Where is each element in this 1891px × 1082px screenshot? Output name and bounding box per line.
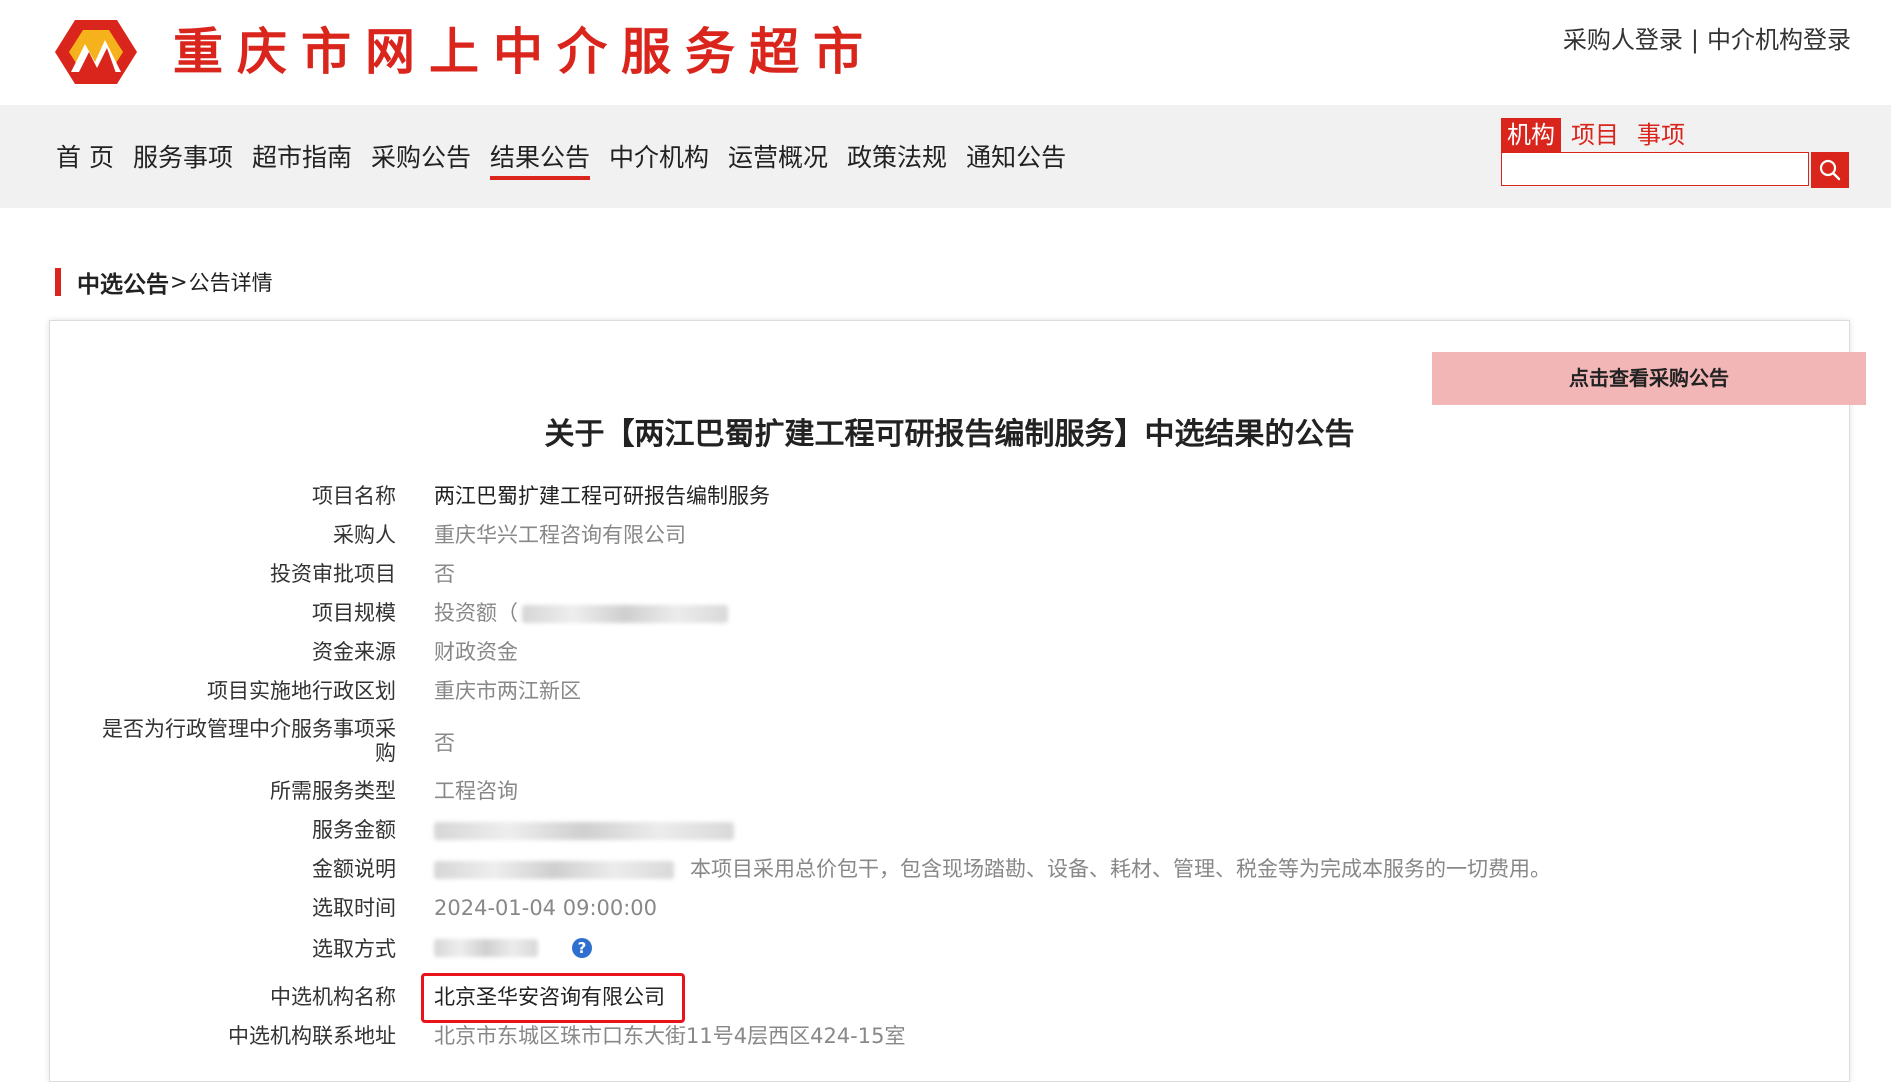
field-value: 两江巴蜀扩建工程可研报告编制服务 (434, 484, 770, 508)
search-button[interactable] (1811, 152, 1849, 188)
search-tab-item[interactable]: 事项 (1631, 118, 1691, 152)
field-label: 项目名称 (312, 484, 396, 508)
buyer-login-link[interactable]: 采购人登录 (1563, 26, 1683, 54)
field-label: 资金来源 (312, 640, 396, 664)
field-value: 投资额（ (434, 601, 518, 625)
field-value: 否 (434, 731, 455, 755)
field-label: 项目实施地行政区划 (207, 679, 396, 703)
search-tab-project[interactable]: 项目 (1565, 118, 1625, 152)
nav-item-guide[interactable]: 超市指南 (252, 138, 352, 180)
field-label: 采购人 (333, 523, 396, 547)
field-value: 重庆华兴工程咨询有限公司 (434, 523, 686, 547)
field-label: 选取方式 (312, 937, 396, 961)
agency-login-link[interactable]: 中介机构登录 (1707, 26, 1851, 54)
field-label: 投资审批项目 (270, 562, 396, 586)
field-value-wrap: 投资额（ (434, 600, 728, 626)
nav-item-operations[interactable]: 运营概况 (728, 138, 828, 180)
search-box: 机构 项目 事项 (1501, 118, 1849, 188)
nav-item-notices[interactable]: 通知公告 (966, 138, 1066, 180)
field-value: 本项目采用总价包干，包含现场踏勘、设备、耗材、管理、税金等为完成本服务的一切费用… (690, 857, 1551, 881)
field-label: 中选机构联系地址 (228, 1024, 396, 1048)
winner-highlight-box (421, 973, 685, 1023)
nav-item-policies[interactable]: 政策法规 (847, 138, 947, 180)
field-value: 否 (434, 562, 455, 586)
field-label: 选取时间 (312, 896, 396, 920)
nav-item-agencies[interactable]: 中介机构 (609, 138, 709, 180)
main-nav: 首 页 服务事项 超市指南 采购公告 结果公告 中介机构 运营概况 政策法规 通… (56, 138, 1085, 180)
search-input[interactable] (1501, 152, 1809, 186)
breadcrumb-marker (55, 268, 61, 296)
field-value: 北京市东城区珠市口东大街11号4层西区424-15室 (434, 1024, 906, 1048)
breadcrumb: 中选公告 > 公告详情 (55, 265, 273, 299)
field-value-wrap: ? (434, 934, 592, 960)
login-links: 采购人登录 | 中介机构登录 (1563, 20, 1851, 55)
site-title: 重庆市网上中介服务超市 (173, 23, 877, 81)
redacted-block (434, 861, 674, 879)
breadcrumb-current: 公告详情 (188, 271, 273, 295)
site-header: 重庆市网上中介服务超市 采购人登录 | 中介机构登录 (0, 0, 1891, 105)
view-procurement-notice-button[interactable]: 点击查看采购公告 (1432, 352, 1866, 405)
nav-item-results[interactable]: 结果公告 (490, 138, 591, 180)
announcement-title: 关于【两江巴蜀扩建工程可研报告编制服务】中选结果的公告 (544, 417, 1355, 452)
field-value: 财政资金 (434, 640, 518, 664)
field-value: 工程咨询 (434, 779, 518, 803)
search-tabs: 机构 项目 事项 (1501, 118, 1697, 152)
field-label: 服务金额 (312, 818, 396, 842)
field-label: 所需服务类型 (270, 779, 396, 803)
site-logo-icon[interactable] (55, 14, 137, 90)
help-icon[interactable]: ? (572, 938, 592, 958)
field-label: 金额说明 (312, 857, 396, 881)
nav-item-home[interactable]: 首 页 (56, 138, 114, 180)
redacted-block (522, 605, 728, 623)
redacted-block (434, 939, 538, 957)
announcement-panel: 点击查看采购公告 关于【两江巴蜀扩建工程可研报告编制服务】中选结果的公告 项目名… (49, 320, 1866, 1082)
breadcrumb-separator: > (170, 270, 188, 294)
nav-item-procurement[interactable]: 采购公告 (371, 138, 471, 180)
field-label: 中选机构名称 (270, 985, 396, 1009)
nav-item-services[interactable]: 服务事项 (133, 138, 233, 180)
redacted-block (434, 822, 734, 840)
login-separator: | (1690, 26, 1699, 54)
field-label: 是否为行政管理中介服务事项采购 (102, 717, 396, 765)
search-tab-agency[interactable]: 机构 (1501, 118, 1561, 152)
search-icon (1819, 159, 1841, 181)
field-label: 项目规模 (312, 601, 396, 625)
field-value-wrap (434, 817, 734, 843)
breadcrumb-section[interactable]: 中选公告 (77, 265, 169, 299)
field-value: 重庆市两江新区 (434, 679, 581, 703)
field-value: 2024-01-04 09:00:00 (434, 896, 658, 920)
field-value-wrap: 本项目采用总价包干，包含现场踏勘、设备、耗材、管理、税金等为完成本服务的一切费用… (434, 856, 1551, 882)
